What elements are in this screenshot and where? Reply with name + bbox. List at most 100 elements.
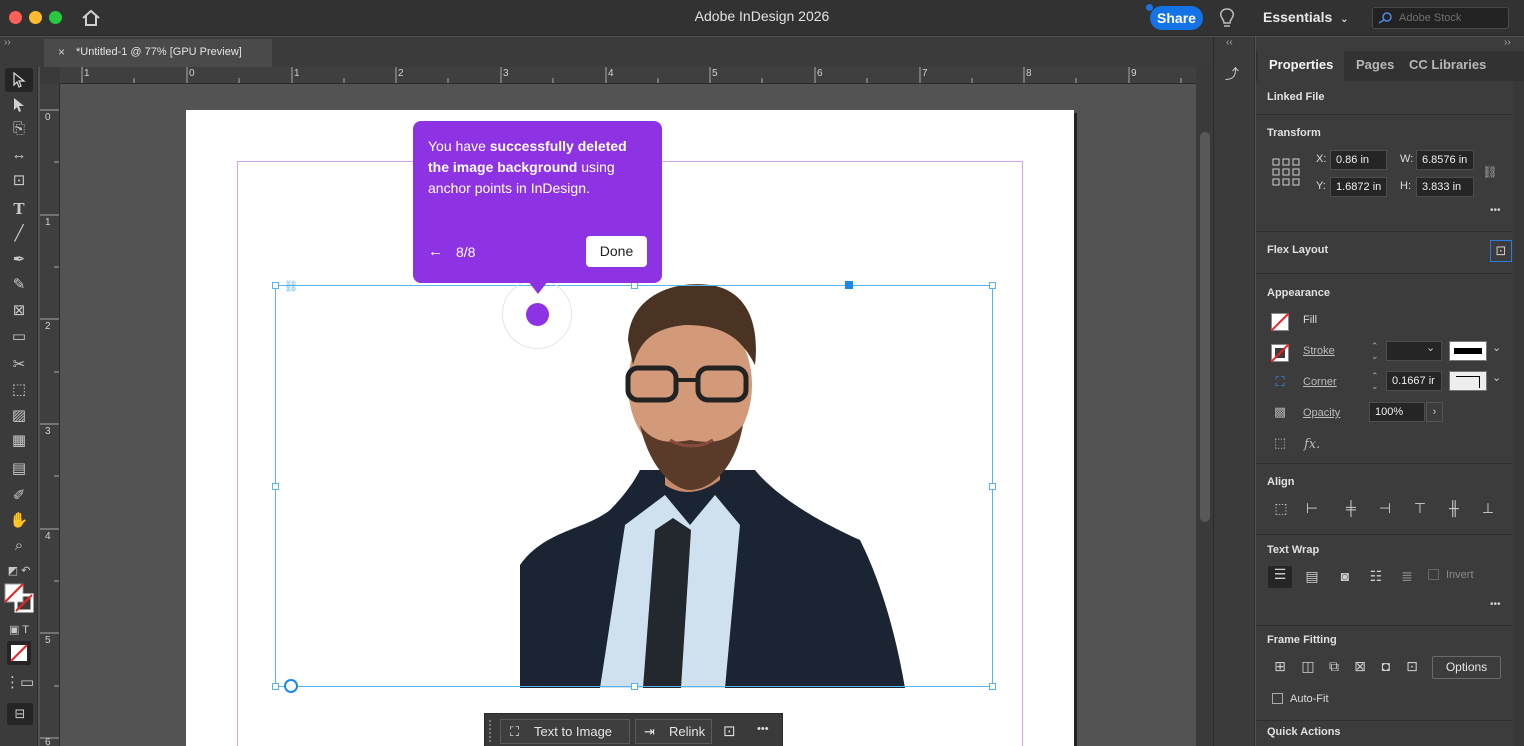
- adobe-stock-search[interactable]: Adobe Stock: [1372, 7, 1509, 29]
- vertical-ruler[interactable]: 0 1 2 3 4 5 6: [40, 84, 60, 746]
- frame-handle[interactable]: [272, 683, 279, 690]
- align-right-icon[interactable]: ⊣: [1374, 500, 1396, 517]
- more-options-icon[interactable]: •••: [1490, 205, 1501, 216]
- free-transform-tool-icon[interactable]: ⬚: [5, 378, 33, 402]
- type-tool-icon[interactable]: T: [5, 197, 33, 221]
- no-text-wrap-icon[interactable]: ☰: [1268, 566, 1292, 588]
- linked-file-heading[interactable]: Linked File: [1267, 91, 1324, 103]
- corner-stepper[interactable]: ⌃ ⌄: [1371, 371, 1385, 391]
- collapse-tools-icon[interactable]: ››: [4, 37, 11, 48]
- corner-radius-field[interactable]: 0.1667 ir: [1386, 371, 1442, 391]
- chevron-down-icon[interactable]: ⌄: [1492, 341, 1501, 354]
- align-bottom-icon[interactable]: ⊥: [1477, 500, 1499, 517]
- note-tool-icon[interactable]: ▤: [5, 457, 33, 481]
- pencil-tool-icon[interactable]: ✎: [5, 273, 33, 297]
- tab-properties[interactable]: Properties: [1269, 57, 1333, 72]
- auto-fit-checkbox[interactable]: [1272, 693, 1283, 704]
- jump-object-icon[interactable]: ☷: [1365, 568, 1387, 585]
- jump-next-column-icon[interactable]: ≣: [1396, 568, 1418, 585]
- content-aware-fit-icon[interactable]: ⧉: [1322, 658, 1346, 675]
- effects-label[interactable]: fx.: [1304, 437, 1320, 452]
- relink-button[interactable]: ⇥ Relink: [635, 719, 712, 744]
- selection-tool-icon[interactable]: [5, 68, 33, 92]
- frame-fitting-options-button[interactable]: Options: [1432, 656, 1501, 679]
- stroke-weight-stepper[interactable]: ⌃ ⌄: [1371, 341, 1385, 361]
- align-middle-icon[interactable]: ╫: [1443, 500, 1465, 516]
- x-position-field[interactable]: 0.86 in: [1330, 150, 1387, 170]
- swap-fill-stroke-icon[interactable]: ◩ ↶: [5, 559, 33, 583]
- align-left-icon[interactable]: ⊢: [1301, 500, 1323, 517]
- bounding-box-icon[interactable]: ⬚: [1271, 435, 1289, 451]
- content-grabber-icon[interactable]: [284, 679, 298, 693]
- link-icon[interactable]: ⛓: [284, 280, 298, 293]
- hand-tool-icon[interactable]: ✋: [5, 509, 33, 533]
- reference-point-icon[interactable]: [1272, 158, 1302, 188]
- fit-content-proportionally-icon[interactable]: ◫: [1296, 658, 1320, 675]
- y-position-field[interactable]: 1.6872 in: [1330, 177, 1387, 197]
- fit-frame-to-content-icon[interactable]: ⊠: [1348, 658, 1372, 675]
- close-tab-icon[interactable]: ×: [58, 39, 65, 65]
- width-field[interactable]: 6.8576 in: [1416, 150, 1474, 170]
- corner-shape-swatch[interactable]: [1449, 371, 1487, 391]
- close-window-button[interactable]: [9, 11, 22, 24]
- chevron-down-icon[interactable]: ⌄: [1426, 341, 1435, 354]
- constrain-proportions-icon[interactable]: ⛓: [1482, 165, 1498, 179]
- direct-selection-tool-icon[interactable]: [5, 93, 33, 117]
- frame-handle[interactable]: [989, 282, 996, 289]
- rectangle-frame-tool-icon[interactable]: ⊠: [5, 299, 33, 323]
- stroke-type-swatch[interactable]: [1449, 341, 1487, 361]
- zoom-tool-icon[interactable]: ⌕: [5, 534, 33, 558]
- page-tool-icon[interactable]: ⎘: [5, 117, 33, 141]
- lightbulb-icon[interactable]: [1218, 7, 1236, 29]
- frame-handle[interactable]: [631, 282, 638, 289]
- corner-options-handle[interactable]: [845, 281, 853, 289]
- chevron-down-icon[interactable]: ⌄: [1492, 371, 1501, 384]
- formatting-container-icon[interactable]: ▣ T: [5, 618, 33, 642]
- fit-frame-icon[interactable]: ⊡: [723, 722, 736, 740]
- fit-content-to-frame-icon[interactable]: ◘: [1374, 658, 1398, 674]
- workspace-switcher[interactable]: Essentials ⌄: [1263, 9, 1349, 25]
- rectangle-tool-icon[interactable]: ▭: [5, 325, 33, 349]
- scrollbar-thumb[interactable]: [1200, 132, 1210, 522]
- screen-mode-icon[interactable]: ⋮▭: [5, 671, 34, 695]
- gradient-swatch-tool-icon[interactable]: ▨: [5, 404, 33, 428]
- more-options-icon[interactable]: •••: [1490, 599, 1501, 610]
- vertical-scrollbar[interactable]: [1196, 67, 1213, 746]
- invert-checkbox[interactable]: [1428, 569, 1439, 580]
- stroke-none-icon[interactable]: [1271, 344, 1289, 362]
- gradient-feather-tool-icon[interactable]: ▦: [5, 429, 33, 453]
- tab-pages[interactable]: Pages: [1356, 57, 1394, 72]
- center-content-icon[interactable]: ⊡: [1400, 658, 1424, 675]
- preview-mode-icon[interactable]: ⊟: [7, 703, 33, 725]
- frame-handle[interactable]: [989, 483, 996, 490]
- align-top-icon[interactable]: ⊤: [1409, 500, 1431, 517]
- frame-handle[interactable]: [631, 683, 638, 690]
- chevron-right-icon[interactable]: ›: [1426, 402, 1443, 422]
- corner-label[interactable]: Corner: [1303, 376, 1337, 388]
- opacity-label[interactable]: Opacity: [1303, 407, 1340, 419]
- scissors-tool-icon[interactable]: ✂: [5, 353, 33, 377]
- back-arrow-icon[interactable]: ←: [428, 241, 443, 262]
- frame-handle[interactable]: [989, 683, 996, 690]
- coachmark-dot[interactable]: [526, 303, 549, 326]
- expand-panel-icon[interactable]: ››: [1504, 37, 1511, 48]
- panel-scrollbar[interactable]: [1513, 81, 1524, 746]
- image-frame[interactable]: ⛓: [272, 281, 996, 693]
- pages-panel-icon[interactable]: ⤴: [1225, 64, 1245, 86]
- collapse-dock-icon[interactable]: ‹‹: [1226, 37, 1233, 48]
- wrap-bounding-box-icon[interactable]: ▤: [1301, 568, 1323, 585]
- opacity-field[interactable]: 100%: [1369, 402, 1425, 422]
- share-button[interactable]: Share: [1150, 6, 1203, 30]
- document-tab[interactable]: × *Untitled-1 @ 77% [GPU Preview]: [44, 39, 272, 67]
- ruler-origin[interactable]: [40, 67, 60, 84]
- home-icon[interactable]: [81, 9, 101, 27]
- align-center-icon[interactable]: ╪: [1340, 500, 1362, 516]
- flex-layout-icon[interactable]: ⊡: [1490, 240, 1512, 262]
- align-to-selection-icon[interactable]: ⬚: [1270, 500, 1292, 517]
- apply-none-icon[interactable]: [7, 641, 31, 665]
- horizontal-ruler[interactable]: 1 0 1 2 3 4 5 6 7 8 9: [60, 67, 1196, 84]
- fill-frame-proportionally-icon[interactable]: ⊞: [1268, 658, 1292, 675]
- corner-icon[interactable]: ⛶: [1271, 374, 1289, 390]
- text-to-image-button[interactable]: ⛶ Text to Image: [500, 719, 630, 744]
- fill-none-icon[interactable]: [1271, 313, 1289, 331]
